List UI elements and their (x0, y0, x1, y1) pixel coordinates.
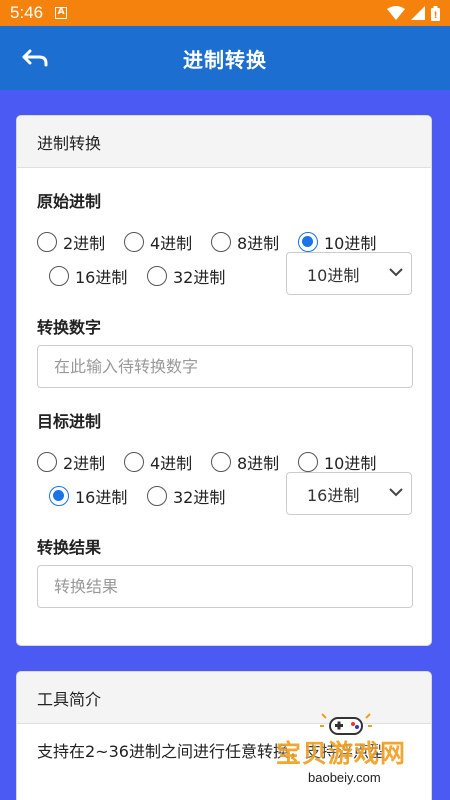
svg-text:!: ! (433, 11, 437, 21)
source-radio-10[interactable]: 10进制 (298, 230, 376, 254)
signal-icon (411, 6, 425, 20)
chevron-down-icon (389, 268, 403, 277)
target-radio-16[interactable]: 16进制 (49, 484, 127, 508)
page-title: 进制转换 (183, 47, 267, 72)
radio-circle[interactable] (124, 452, 144, 472)
radio-circle[interactable] (49, 266, 69, 286)
battery-icon: ! (431, 5, 440, 21)
converter-card-header: 进制转换 (17, 116, 431, 168)
source-radio-32[interactable]: 32进制 (147, 264, 225, 288)
target-base-label: 目标进制 (37, 412, 102, 431)
radio-label: 16进制 (75, 268, 128, 287)
radio-label: 4进制 (150, 234, 193, 253)
radio-label: 10进制 (324, 454, 377, 473)
radio-label: 32进制 (173, 268, 226, 287)
notification-badge: A (55, 7, 68, 19)
source-base-label: 原始进制 (37, 192, 102, 211)
number-input[interactable] (37, 345, 413, 388)
radio-circle[interactable] (298, 452, 318, 472)
wifi-icon (387, 6, 405, 20)
target-radio-4[interactable]: 4进制 (124, 450, 192, 474)
source-radio-2[interactable]: 2进制 (37, 230, 105, 254)
result-output[interactable] (37, 565, 413, 608)
radio-circle-checked[interactable] (49, 486, 69, 506)
radio-circle[interactable] (147, 266, 167, 286)
target-radio-32[interactable]: 32进制 (147, 484, 225, 508)
radio-label: 8进制 (237, 454, 280, 473)
target-radio-10[interactable]: 10进制 (298, 450, 376, 474)
radio-label: 10进制 (324, 234, 377, 253)
radio-label: 16进制 (75, 488, 128, 507)
status-bar: 5:46 A ! (0, 0, 450, 26)
select-value: 10进制 (307, 265, 360, 285)
radio-circle[interactable] (147, 486, 167, 506)
chevron-down-icon (389, 488, 403, 497)
status-time: 5:46 (10, 3, 44, 22)
target-radio-2[interactable]: 2进制 (37, 450, 105, 474)
source-radio-4[interactable]: 4进制 (124, 230, 192, 254)
back-button[interactable] (18, 44, 52, 72)
radio-label: 4进制 (150, 454, 193, 473)
source-radio-16[interactable]: 16进制 (49, 264, 127, 288)
target-radio-8[interactable]: 8进制 (211, 450, 279, 474)
back-arrow-icon (22, 49, 48, 67)
radio-label: 2进制 (63, 454, 106, 473)
intro-card-header: 工具简介 (17, 672, 431, 724)
target-base-select[interactable]: 16进制 (286, 472, 412, 515)
radio-label: 2进制 (63, 234, 106, 253)
result-label: 转换结果 (37, 538, 102, 557)
intro-text: 支持在2~36进制之间进行任意转换，支持浮点型 (37, 742, 385, 761)
source-base-select[interactable]: 10进制 (286, 252, 412, 295)
radio-circle[interactable] (37, 232, 57, 252)
select-value: 16进制 (307, 485, 360, 505)
radio-label: 8进制 (237, 234, 280, 253)
radio-circle-checked[interactable] (298, 232, 318, 252)
radio-circle[interactable] (211, 452, 231, 472)
radio-circle[interactable] (124, 232, 144, 252)
app-bar: 进制转换 (0, 26, 450, 90)
status-icons: ! (387, 5, 440, 21)
converter-card: 进制转换 原始进制 2进制 4进制 8进制 10进制 16进制 32进制 10进… (16, 115, 432, 646)
number-label: 转换数字 (37, 318, 102, 337)
source-radio-8[interactable]: 8进制 (211, 230, 279, 254)
intro-card: 工具简介 支持在2~36进制之间进行任意转换，支持浮点型 (16, 671, 432, 800)
radio-circle[interactable] (211, 232, 231, 252)
radio-label: 32进制 (173, 488, 226, 507)
radio-circle[interactable] (37, 452, 57, 472)
